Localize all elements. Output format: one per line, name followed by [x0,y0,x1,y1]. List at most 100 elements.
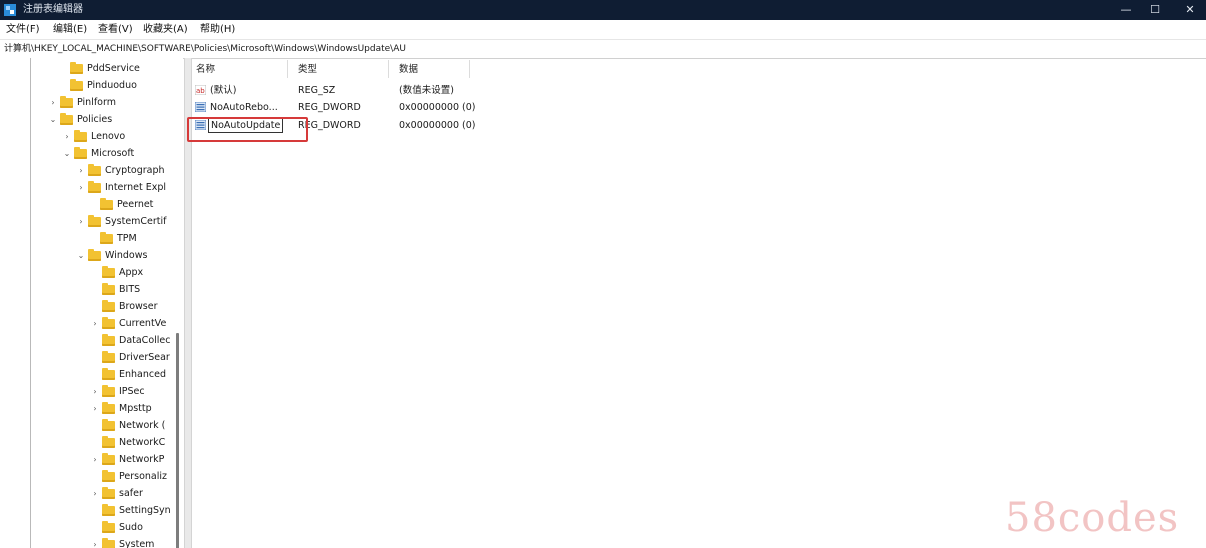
value-row[interactable]: ab (默认) REG_SZ (数值未设置) [191,82,481,99]
tree-node[interactable]: TPM [88,231,137,247]
column-header-data[interactable]: 数据 [399,64,418,76]
menu-edit[interactable]: 编辑(E) [53,23,87,36]
tree-node[interactable]: ⌄ Microsoft [62,146,134,162]
tree-node[interactable]: › Pinlform [48,95,116,111]
value-data: 0x00000000 (0) [399,120,476,131]
tree-node[interactable]: Appx [90,265,143,281]
tree-node[interactable]: ⌄ Policies [48,112,112,128]
chevron-down-icon[interactable]: ⌄ [62,146,72,162]
value-name: (默认) [210,85,237,96]
column-separator[interactable] [287,60,288,78]
tree-guide-line [30,58,31,548]
maximize-button[interactable]: ☐ [1135,0,1175,20]
tree-node[interactable]: › SystemCertif [76,214,167,230]
chevron-right-icon[interactable]: › [48,95,58,111]
value-row[interactable]: NoAutoRebo... REG_DWORD 0x00000000 (0) [191,99,481,116]
close-button[interactable]: ✕ [1170,0,1206,20]
column-header-type[interactable]: 类型 [298,64,317,76]
tree-node-label: Internet Expl [105,182,167,193]
highlight-annotation [187,117,308,142]
tree-node[interactable]: ⌄ Windows [76,248,147,264]
chevron-right-icon[interactable]: › [76,163,86,179]
column-separator[interactable] [388,60,389,78]
folder-icon [88,215,101,227]
values-list[interactable]: 名称 类型 数据 ab (默认) REG_SZ (数值未设置) NoAutoRe… [191,58,1206,548]
tree-node[interactable]: › CurrentVe [90,316,166,332]
tree-node[interactable]: NetworkC [90,435,165,451]
tree-node[interactable]: Sudo [90,520,143,536]
tree-node[interactable]: Enhanced [90,367,166,383]
tree-node[interactable]: › Lenovo [62,129,125,145]
title-bar: 注册表编辑器 — ☐ ✕ [0,0,1206,20]
chevron-right-icon[interactable]: › [90,486,100,502]
tree-node-label: Enhanced [119,369,166,380]
tree-node[interactable]: › Cryptograph [76,163,165,179]
folder-icon [102,521,115,533]
menu-file[interactable]: 文件(F) [6,23,40,36]
chevron-down-icon[interactable]: ⌄ [76,248,86,264]
folder-icon [102,504,115,516]
tree-node[interactable]: BITS [90,282,140,298]
chevron-right-icon[interactable]: › [76,214,86,230]
tree-node-label: Appx [119,267,144,278]
menu-bar: 文件(F) 编辑(E) 查看(V) 收藏夹(A) 帮助(H) [0,20,1206,39]
chevron-right-icon[interactable]: › [90,401,100,417]
address-bar[interactable]: 计算机\HKEY_LOCAL_MACHINE\SOFTWARE\Policies… [0,39,1206,59]
tree-node-label: Browser [119,301,158,312]
tree-node[interactable]: › safer [90,486,143,502]
tree-node[interactable]: Network ( [90,418,165,434]
tree-node[interactable]: DataCollec [90,333,170,349]
chevron-right-icon[interactable]: › [90,537,100,548]
tree-node-label: IPSec [119,386,145,397]
column-header-name[interactable]: 名称 [196,64,215,76]
tree-node[interactable]: › Internet Expl [76,180,166,196]
value-type: REG_DWORD [298,102,361,113]
tree-node-label: Sudo [119,522,143,533]
tree-node-label: SystemCertif [105,216,167,227]
tree-node-label: Windows [105,250,148,261]
tree-node[interactable]: Browser [90,299,158,315]
tree-node-label: NetworkP [119,454,165,465]
tree-node-label: Pinduoduo [87,80,137,91]
tree-node[interactable]: Personaliz [90,469,167,485]
menu-help[interactable]: 帮助(H) [200,23,235,36]
chevron-right-icon[interactable]: › [90,384,100,400]
tree-node-label: System [119,539,155,548]
tree-node[interactable]: DriverSear [90,350,170,366]
column-separator[interactable] [469,60,470,78]
folder-icon [100,232,113,244]
tree-node[interactable]: SettingSyn [90,503,171,519]
tree-node[interactable]: PddService [58,61,140,77]
tree-node-label: Mpsttp [119,403,152,414]
chevron-down-icon[interactable]: ⌄ [48,112,58,128]
tree-node[interactable]: › Mpsttp [90,401,152,417]
menu-view[interactable]: 查看(V) [98,23,133,36]
tree-node[interactable]: › IPSec [90,384,145,400]
folder-icon [60,96,73,108]
string-value-icon: ab [195,85,206,95]
folder-icon [102,419,115,431]
chevron-right-icon[interactable]: › [62,129,72,145]
folder-icon [102,487,115,499]
tree-node[interactable]: Peernet [88,197,153,213]
folder-icon [88,164,101,176]
folder-icon [102,538,115,548]
chevron-right-icon[interactable]: › [76,180,86,196]
tree-scrollbar[interactable] [176,333,179,548]
chevron-right-icon[interactable]: › [90,316,100,332]
tree-node[interactable]: › NetworkP [90,452,164,468]
folder-icon [74,147,87,159]
tree-node-label: DriverSear [119,352,170,363]
tree-node[interactable]: › System [90,537,154,548]
svg-text:ab: ab [196,87,205,95]
folder-icon [102,283,115,295]
tree-node-label: safer [119,488,143,499]
tree-node-label: Network ( [119,420,166,431]
tree-node[interactable]: Pinduoduo [58,78,137,94]
key-tree[interactable]: PddService Pinduoduo › Pinlform ⌄ Policies › Le… [0,58,183,548]
menu-favorites[interactable]: 收藏夹(A) [143,23,188,36]
folder-icon [60,113,73,125]
tree-node-label: Policies [77,114,113,125]
folder-icon [102,351,115,363]
chevron-right-icon[interactable]: › [90,452,100,468]
